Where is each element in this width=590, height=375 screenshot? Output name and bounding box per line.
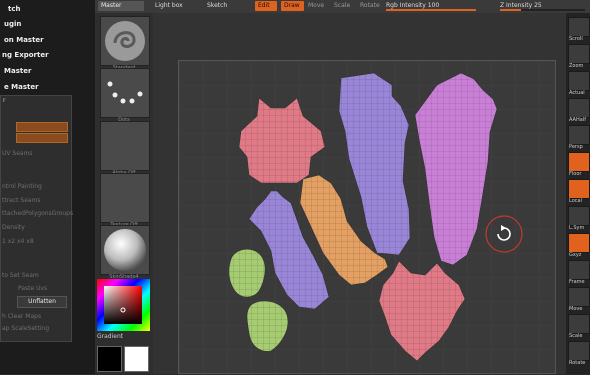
- shelf-label-2: Actual: [569, 90, 585, 96]
- subpanel-row-2[interactable]: ttract Seams: [2, 197, 41, 204]
- main-color-swatch[interactable]: [124, 346, 149, 372]
- material-button[interactable]: Master: [98, 1, 144, 11]
- move-button[interactable]: Move: [308, 1, 324, 11]
- subpanel-row-7[interactable]: Paste Uvs: [18, 285, 47, 292]
- shelf-button-scroll[interactable]: [568, 17, 590, 37]
- lightbox-button[interactable]: Light box: [155, 1, 183, 11]
- plugin-menu-item-4[interactable]: Master: [4, 67, 31, 75]
- draw-button[interactable]: Draw: [281, 1, 304, 11]
- shelf-label-5: Floor: [569, 171, 582, 177]
- shelf-button-floor[interactable]: [568, 152, 590, 172]
- color-picker[interactable]: [97, 279, 150, 331]
- z-intensity-slider[interactable]: [500, 9, 585, 11]
- subpanel-row-5[interactable]: 1 x2 x4 x8: [2, 238, 34, 245]
- shelf-label-11: Scale: [569, 333, 583, 339]
- plugin-menu-item-2[interactable]: on Master: [4, 36, 44, 44]
- color-picker-swatch: [97, 279, 150, 331]
- subpanel-row-4[interactable]: Density: [2, 224, 25, 231]
- polygroups-toggle[interactable]: [16, 133, 68, 143]
- rotate-button[interactable]: Rotate: [360, 1, 380, 11]
- subpanel-row-1[interactable]: ntrol Painting: [2, 183, 42, 190]
- shelf-label-9: Frame: [569, 279, 585, 285]
- shelf-button-frame[interactable]: [568, 260, 590, 280]
- shelf-label-12: Rotate: [569, 360, 586, 366]
- z-intensity-value: 25: [534, 2, 542, 9]
- shelf-label-3: AAHalf: [569, 117, 586, 123]
- uv-map-view: [179, 61, 557, 375]
- shelf-label-4: Persp: [569, 144, 583, 150]
- shelf-button-zoom[interactable]: [568, 44, 590, 64]
- shelf-button-rotate[interactable]: [568, 341, 590, 361]
- sketch-button[interactable]: Sketch: [207, 1, 227, 11]
- shelf-button-scale[interactable]: [568, 314, 590, 334]
- rgb-intensity-slider[interactable]: [386, 9, 476, 11]
- shelf-label-8: Gxyz: [569, 252, 582, 258]
- scale-button[interactable]: Scale: [334, 1, 350, 11]
- shelf-label-10: Move: [569, 306, 583, 312]
- secondary-color-swatch[interactable]: [97, 346, 122, 372]
- top-toolbar: Master Light box Sketch Edit Draw Move S…: [95, 0, 590, 14]
- stroke-tile[interactable]: [100, 68, 150, 118]
- shelf-label-0: Scroll: [569, 36, 583, 42]
- texture-tile[interactable]: [100, 173, 150, 223]
- rgb-intensity-value: 100: [427, 2, 440, 9]
- shelf-label-7: L.Sym: [569, 225, 585, 231]
- document-area[interactable]: [178, 60, 557, 375]
- dots-stroke-icon: [107, 81, 143, 104]
- brush-swirl-icon: [105, 21, 145, 61]
- right-shelf: Scroll Zoom Actual AAHalf Persp Floor Local L.S…: [566, 13, 590, 374]
- shelf-label-6: Local: [569, 198, 582, 204]
- shelf-button-l-sym[interactable]: [568, 206, 590, 226]
- material-sphere-icon: [104, 229, 146, 271]
- shelf-button-persp[interactable]: [568, 125, 590, 145]
- gradient-label[interactable]: Gradient: [97, 333, 123, 340]
- material-tile[interactable]: [100, 225, 150, 275]
- shelf-label-1: Zoom: [569, 63, 584, 69]
- shelf-button-move[interactable]: [568, 287, 590, 307]
- shelf-button-actual[interactable]: [568, 71, 590, 91]
- symmetry-toggle[interactable]: [16, 122, 68, 132]
- unflatten-button[interactable]: Unflatten: [17, 296, 67, 308]
- uv-island-head: [228, 248, 266, 298]
- brush-tile[interactable]: [100, 16, 150, 66]
- shelf-button-gxyz[interactable]: [568, 233, 590, 253]
- plugin-menu-item-1[interactable]: ugin: [4, 20, 21, 28]
- subpanel-row-6[interactable]: to Set Seam: [2, 272, 39, 279]
- tool-palette: Standard Dots Alpha Off Texture Off Skin…: [95, 13, 153, 374]
- plugin-menu-item-5[interactable]: e Master: [4, 83, 39, 91]
- subpanel-row-0[interactable]: UV Seams: [2, 150, 33, 157]
- alpha-tile[interactable]: [100, 121, 150, 171]
- subpanel-title: r: [3, 97, 6, 104]
- subpanel-row-8[interactable]: h Clear Maps: [2, 313, 41, 320]
- shelf-button-local[interactable]: [568, 179, 590, 199]
- plugin-menu-item-0[interactable]: tch: [8, 5, 20, 13]
- subpanel-row-3[interactable]: ttachedPolygonsGroups: [2, 210, 73, 217]
- plugin-menu-item-3[interactable]: ng Exporter: [2, 51, 49, 59]
- z-intensity-label-text: Z Intensity: [500, 2, 533, 9]
- rgb-intensity-label-text: Rgb Intensity: [386, 2, 426, 9]
- shelf-button-aahalf[interactable]: [568, 98, 590, 118]
- subpanel-row-9[interactable]: ap ScaleSetting: [2, 325, 49, 332]
- edit-button[interactable]: Edit: [255, 1, 277, 11]
